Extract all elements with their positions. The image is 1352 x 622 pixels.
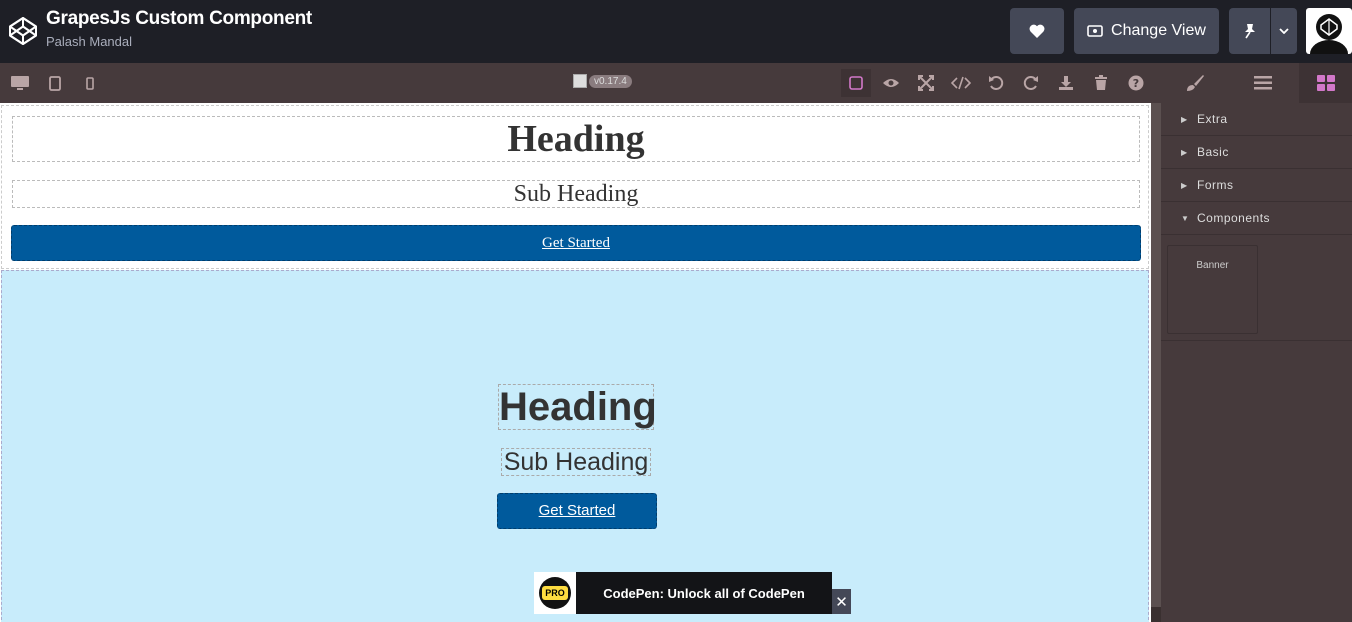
banner-section-styled[interactable]: Heading Sub Heading Get Started <box>1 270 1149 622</box>
caret-right-icon: ▶ <box>1181 147 1188 157</box>
more-options-button[interactable] <box>1271 8 1297 54</box>
style-manager-tab[interactable] <box>1163 63 1227 103</box>
love-button[interactable] <box>1010 8 1064 54</box>
svg-text:?: ? <box>1133 77 1139 90</box>
help-button[interactable]: ? <box>1121 69 1151 97</box>
codepen-logo-icon[interactable] <box>8 16 38 46</box>
block-manager-panel: ▶ Extra ▶ Basic ▶ Forms ▼ Components Ban… <box>1161 103 1352 622</box>
avatar-icon <box>1310 14 1348 54</box>
pen-author[interactable]: Palash Mandal <box>46 34 132 49</box>
editor-toolbar: v0.17.4 ? <box>0 63 1352 103</box>
redo-button[interactable] <box>1016 69 1046 97</box>
codepen-header: GrapesJs Custom Component Palash Mandal … <box>0 0 1352 63</box>
fullscreen-icon <box>918 75 934 91</box>
desktop-icon <box>11 76 29 90</box>
paint-brush-icon <box>1187 75 1204 91</box>
section2-get-started-button[interactable]: Get Started <box>497 493 657 529</box>
sw-visibility-button[interactable] <box>841 69 871 97</box>
broken-image-icon <box>573 74 587 88</box>
editor-logo: v0.17.4 <box>573 73 632 89</box>
eye-icon <box>883 79 899 87</box>
preview-button[interactable] <box>876 69 906 97</box>
help-icon: ? <box>1128 75 1144 91</box>
bars-icon <box>1254 76 1272 90</box>
layer-manager-tab[interactable] <box>1231 63 1295 103</box>
redo-icon <box>1023 76 1038 90</box>
caret-right-icon: ▶ <box>1181 180 1188 190</box>
square-outline-icon <box>849 76 863 90</box>
blocks-tab[interactable] <box>1299 63 1352 103</box>
editor-canvas[interactable]: Heading Sub Heading Get Started Heading … <box>0 103 1151 622</box>
change-view-button[interactable]: Change View <box>1074 8 1219 54</box>
download-icon <box>1059 76 1073 90</box>
promo-text[interactable]: CodePen: Unlock all of CodePen <box>576 586 832 601</box>
category-extra[interactable]: ▶ Extra <box>1161 103 1352 136</box>
block-banner[interactable]: Banner <box>1167 245 1258 334</box>
components-blocks: Banner <box>1161 235 1352 341</box>
section1-heading[interactable]: Heading <box>12 116 1140 162</box>
caret-down-icon: ▼ <box>1181 213 1190 223</box>
banner-section-plain[interactable]: Heading Sub Heading Get Started <box>1 105 1149 269</box>
category-label: Forms <box>1197 178 1234 192</box>
code-icon <box>951 76 971 90</box>
change-view-label: Change View <box>1111 22 1206 39</box>
fullscreen-button[interactable] <box>911 69 941 97</box>
blocks-grid-icon <box>1316 75 1335 91</box>
category-label: Extra <box>1197 112 1228 126</box>
caret-right-icon: ▶ <box>1181 114 1188 124</box>
tablet-icon <box>49 75 61 91</box>
pro-badge: PRO <box>534 572 576 614</box>
export-code-button[interactable] <box>946 69 976 97</box>
undo-icon <box>989 76 1004 90</box>
section2-subheading[interactable]: Sub Heading <box>501 448 651 476</box>
user-avatar[interactable] <box>1306 8 1352 54</box>
undo-button[interactable] <box>981 69 1011 97</box>
section2-heading[interactable]: Heading <box>498 384 657 430</box>
category-components[interactable]: ▼ Components <box>1161 202 1352 235</box>
canvas-scrollbar[interactable] <box>1151 103 1161 622</box>
heart-icon <box>1029 24 1045 38</box>
device-desktop-button[interactable] <box>8 71 32 95</box>
pin-icon <box>1244 24 1255 39</box>
promo-close-button[interactable]: ✕ <box>832 589 851 614</box>
codepen-pro-promo[interactable]: PRO CodePen: Unlock all of CodePen <box>534 572 832 614</box>
version-badge: v0.17.4 <box>589 74 632 88</box>
category-label: Components <box>1197 211 1271 225</box>
import-button[interactable] <box>1051 69 1081 97</box>
category-forms[interactable]: ▶ Forms <box>1161 169 1352 202</box>
pro-label: PRO <box>542 586 568 600</box>
view-icon <box>1087 25 1103 37</box>
canvas-scroll-thumb[interactable] <box>1151 607 1161 622</box>
device-mobile-button[interactable] <box>78 71 102 95</box>
category-basic[interactable]: ▶ Basic <box>1161 136 1352 169</box>
category-label: Basic <box>1197 145 1229 159</box>
chevron-down-icon <box>1279 28 1289 34</box>
clear-canvas-button[interactable] <box>1086 69 1116 97</box>
section1-get-started-button[interactable]: Get Started <box>11 225 1141 261</box>
section1-subheading[interactable]: Sub Heading <box>12 180 1140 208</box>
pen-title[interactable]: GrapesJs Custom Component <box>46 8 312 30</box>
device-tablet-button[interactable] <box>43 71 67 95</box>
trash-icon <box>1095 75 1107 90</box>
mobile-icon <box>86 76 94 90</box>
pin-button[interactable] <box>1229 8 1270 54</box>
